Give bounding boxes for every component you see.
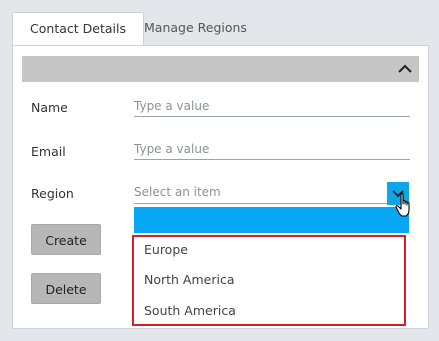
name-input[interactable]: Type a value [134,96,410,117]
delete-button[interactable]: Delete [31,273,101,304]
option-north-america[interactable]: North America [144,272,235,287]
hand-pointer-icon [394,192,414,218]
chevron-up-icon[interactable] [395,59,415,79]
region-options-list: Europe North America South America [132,235,406,326]
name-label: Name [31,100,68,115]
create-button[interactable]: Create [31,224,101,255]
option-south-america[interactable]: South America [144,303,236,318]
tab-contact-details[interactable]: Contact Details [12,12,144,46]
email-input[interactable]: Type a value [134,139,410,160]
region-label: Region [31,186,74,201]
option-europe[interactable]: Europe [144,242,188,257]
tab-manage-regions[interactable]: Manage Regions [134,12,257,44]
region-select[interactable]: Select an item [134,182,387,204]
dropdown-highlight-bar [134,207,409,233]
tab-bar: Contact Details Manage Regions [12,12,427,46]
section-header-bar[interactable] [22,56,419,82]
email-label: Email [31,144,66,159]
